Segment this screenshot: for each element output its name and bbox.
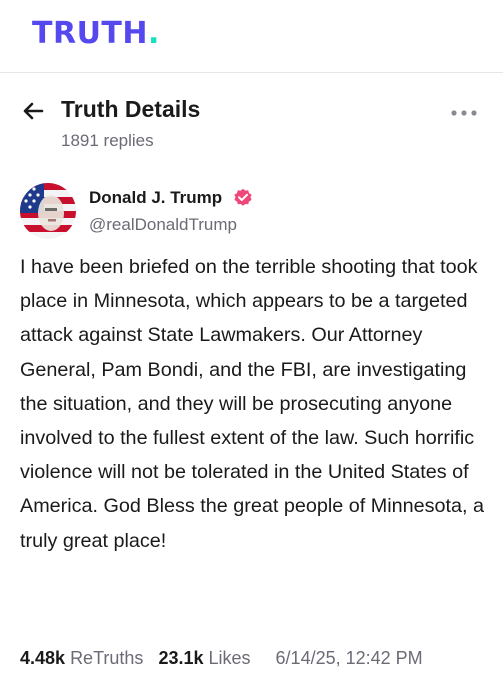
header-divider	[0, 72, 503, 73]
logo-text: TRUTH	[32, 16, 148, 51]
replies-count: 1891 replies	[61, 131, 154, 150]
truth-logo[interactable]: TRUTH.	[32, 16, 160, 51]
avatar-image	[20, 183, 76, 239]
retruths-label: ReTruths	[70, 648, 144, 668]
author-name[interactable]: Donald J. Trump	[89, 188, 222, 208]
author-handle[interactable]: @realDonaldTrump	[89, 215, 237, 235]
post-timestamp: 6/14/25, 12:42 PM	[275, 648, 423, 668]
verified-check-icon	[234, 188, 252, 206]
post-footer: 4.48k ReTruths 23.1k Likes 6/14/25, 12:4…	[20, 648, 423, 669]
page-title: Truth Details	[61, 96, 201, 122]
likes-count: 23.1k	[158, 648, 204, 668]
avatar[interactable]	[20, 183, 76, 239]
likes-stat[interactable]: 23.1k Likes	[158, 648, 250, 669]
retruths-stat[interactable]: 4.48k ReTruths	[20, 648, 143, 669]
more-options-icon[interactable]	[450, 106, 478, 120]
back-arrow-icon[interactable]	[20, 98, 46, 124]
likes-label: Likes	[208, 648, 251, 668]
retruths-count: 4.48k	[20, 648, 66, 668]
logo-dot: .	[148, 16, 160, 51]
post-body: I have been briefed on the terrible shoo…	[20, 256, 485, 552]
